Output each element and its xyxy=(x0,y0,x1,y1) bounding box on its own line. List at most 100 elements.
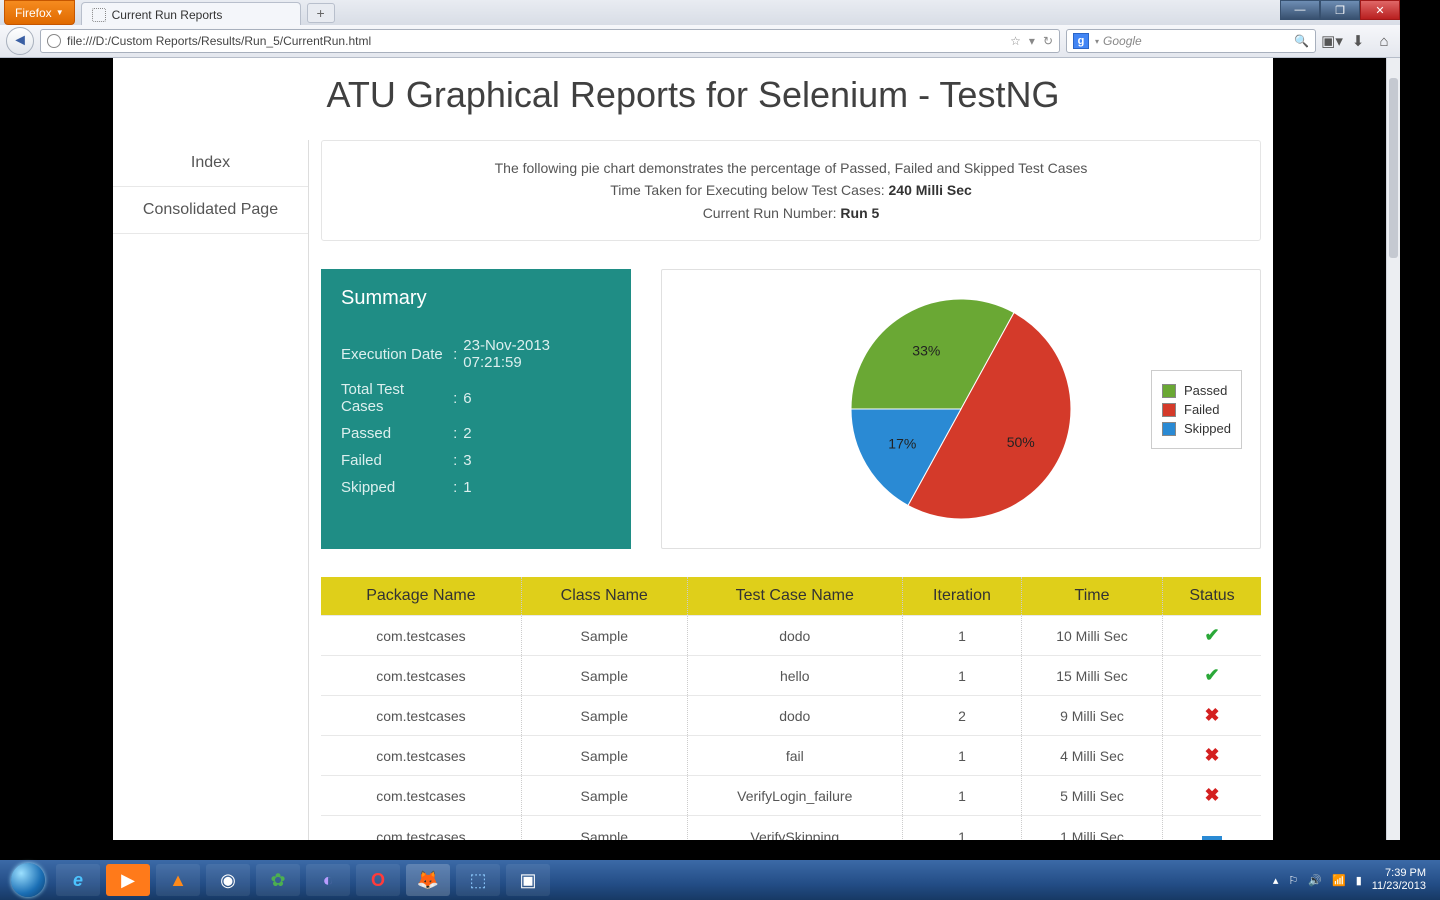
tray-volume-icon[interactable]: 🔊 xyxy=(1308,874,1322,887)
start-button[interactable] xyxy=(6,860,50,900)
sidebar-item-consolidated-page[interactable]: Consolidated Page xyxy=(113,187,308,234)
table-row: com.testcasesSampleVerifyLogin_failure15… xyxy=(321,776,1261,816)
tab-favicon-icon xyxy=(92,8,106,22)
new-tab-button[interactable]: + xyxy=(307,3,335,23)
tray-flag-icon[interactable]: ⚐ xyxy=(1288,874,1298,887)
taskbar-media-icon[interactable]: ▶ xyxy=(106,864,150,896)
url-text: file:///D:/Custom Reports/Results/Run_5/… xyxy=(67,34,371,48)
taskbar-cmd-icon[interactable]: ▣ xyxy=(506,864,550,896)
summary-panel: Summary Execution Date:23-Nov-2013 07:21… xyxy=(321,269,631,549)
table-row: com.testcasesSamplehello115 Milli Sec✔ xyxy=(321,656,1261,696)
info-line3: Current Run Number: Run 5 xyxy=(338,202,1244,224)
col-iteration: Iteration xyxy=(902,577,1021,616)
results-body: com.testcasesSampledodo110 Milli Sec✔com… xyxy=(321,616,1261,840)
search-caret-icon: ▾ xyxy=(1095,37,1099,46)
taskbar-chrome-icon[interactable]: ◉ xyxy=(206,864,250,896)
legend-swatch-icon xyxy=(1162,422,1176,436)
col-package-name: Package Name xyxy=(321,577,521,616)
globe-icon xyxy=(47,34,61,48)
legend-swatch-icon xyxy=(1162,384,1176,398)
browser-window: Firefox ▼ Current Run Reports + — ❐ ✕ ◄ … xyxy=(0,0,1400,840)
cross-icon: ✖ xyxy=(1204,745,1219,765)
search-placeholder: Google xyxy=(1103,34,1142,48)
summary-heading: Summary xyxy=(341,287,611,310)
legend-item-skipped: Skipped xyxy=(1162,421,1231,436)
pie-label-passed: 33% xyxy=(912,342,940,358)
search-bar[interactable]: g ▾ Google 🔍 xyxy=(1066,29,1316,53)
tray-date: 11/23/2013 xyxy=(1372,880,1426,893)
info-box: The following pie chart demonstrates the… xyxy=(321,140,1261,241)
summary-table: Execution Date:23-Nov-2013 07:21:59Total… xyxy=(341,332,611,501)
main-content: The following pie chart demonstrates the… xyxy=(309,140,1273,840)
info-line1: The following pie chart demonstrates the… xyxy=(338,157,1244,179)
tray-clock[interactable]: 7:39 PM 11/23/2013 xyxy=(1372,867,1426,893)
info-line2: Time Taken for Executing below Test Case… xyxy=(338,179,1244,201)
tray-time: 7:39 PM xyxy=(1372,867,1426,880)
summary-row: Total Test Cases:6 xyxy=(341,376,611,420)
taskbar-vlc-icon[interactable]: ▲ xyxy=(156,864,200,896)
scrollbar[interactable] xyxy=(1386,58,1400,840)
legend-item-passed: Passed xyxy=(1162,383,1231,398)
pie-chart: 33%50%17% xyxy=(841,289,1081,529)
page: ATU Graphical Reports for Selenium - Tes… xyxy=(113,58,1273,840)
col-class-name: Class Name xyxy=(521,577,687,616)
taskbar-firefox-icon[interactable]: 🦊 xyxy=(406,864,450,896)
sidebar: IndexConsolidated Page xyxy=(113,140,309,840)
taskbar-app-icon[interactable]: ⬚ xyxy=(456,864,500,896)
pie-label-skipped: 17% xyxy=(888,436,916,452)
search-icon[interactable]: 🔍 xyxy=(1294,34,1309,48)
tray-up-icon[interactable]: ▴ xyxy=(1273,874,1279,887)
bookmark-icon[interactable]: ☆ xyxy=(1010,34,1021,48)
scrollbar-thumb[interactable] xyxy=(1389,78,1398,258)
close-button[interactable]: ✕ xyxy=(1360,0,1400,20)
firefox-menu-button[interactable]: Firefox ▼ xyxy=(4,0,75,25)
taskbar-ie-icon[interactable]: e xyxy=(56,864,100,896)
google-icon: g xyxy=(1073,33,1089,49)
cross-icon: ✖ xyxy=(1204,705,1219,725)
titlebar: Firefox ▼ Current Run Reports + — ❐ ✕ xyxy=(0,0,1400,25)
url-bar[interactable]: file:///D:/Custom Reports/Results/Run_5/… xyxy=(40,29,1060,53)
minimize-button[interactable]: — xyxy=(1280,0,1320,20)
bookmarks-menu-icon[interactable]: ▣▾ xyxy=(1322,31,1342,51)
dropdown-icon[interactable]: ▾ xyxy=(1029,34,1035,48)
downloads-icon[interactable]: ⬇ xyxy=(1348,31,1368,51)
tray-network-icon[interactable]: 📶 xyxy=(1332,874,1346,887)
firefox-menu-label: Firefox xyxy=(15,6,52,20)
results-table: Package NameClass NameTest Case NameIter… xyxy=(321,577,1261,840)
cross-icon: ✖ xyxy=(1204,785,1219,805)
urlbar-right: ☆ ▾ ↻ xyxy=(1010,34,1053,48)
legend-item-failed: Failed xyxy=(1162,402,1231,417)
table-row: com.testcasesSampleVerifySkipping11 Mill… xyxy=(321,816,1261,840)
check-icon: ✔ xyxy=(1204,665,1219,685)
sidebar-item-index[interactable]: Index xyxy=(113,140,308,187)
windows-taskbar: e ▶ ▲ ◉ ✿ ◐ O 🦊 ⬚ ▣ ▴ ⚐ 🔊 📶 ▮ 7:39 PM 11… xyxy=(0,860,1440,900)
windows-orb-icon xyxy=(11,863,45,897)
table-row: com.testcasesSamplefail14 Milli Sec✖ xyxy=(321,736,1261,776)
taskbar-opera-icon[interactable]: O xyxy=(356,864,400,896)
browser-tab[interactable]: Current Run Reports xyxy=(81,2,301,25)
back-button[interactable]: ◄ xyxy=(6,27,34,55)
table-row: com.testcasesSampledodo29 Milli Sec✖ xyxy=(321,696,1261,736)
legend-swatch-icon xyxy=(1162,403,1176,417)
summary-row: Passed:2 xyxy=(341,420,611,447)
tray-battery-icon[interactable]: ▮ xyxy=(1356,874,1362,887)
taskbar-clover-icon[interactable]: ✿ xyxy=(256,864,300,896)
summary-row: Skipped:1 xyxy=(341,474,611,501)
caret-down-icon: ▼ xyxy=(56,8,64,17)
maximize-button[interactable]: ❐ xyxy=(1320,0,1360,20)
reload-icon[interactable]: ↻ xyxy=(1043,34,1053,48)
table-row: com.testcasesSampledodo110 Milli Sec✔ xyxy=(321,616,1261,656)
col-test-case-name: Test Case Name xyxy=(687,577,902,616)
results-header-row: Package NameClass NameTest Case NameIter… xyxy=(321,577,1261,616)
summary-row: Execution Date:23-Nov-2013 07:21:59 xyxy=(341,332,611,376)
home-icon[interactable]: ⌂ xyxy=(1374,31,1394,51)
check-icon: ✔ xyxy=(1204,625,1219,645)
taskbar-eclipse-icon[interactable]: ◐ xyxy=(306,864,350,896)
dash-icon: ▬ xyxy=(1202,825,1222,840)
col-time: Time xyxy=(1022,577,1163,616)
chart-legend: Passed Failed Skipped xyxy=(1151,370,1242,449)
system-tray: ▴ ⚐ 🔊 📶 ▮ 7:39 PM 11/23/2013 xyxy=(1273,867,1434,893)
page-title: ATU Graphical Reports for Selenium - Tes… xyxy=(113,58,1273,140)
pie-chart-panel: 33%50%17% Passed Failed Skipped xyxy=(661,269,1261,549)
tab-title: Current Run Reports xyxy=(112,8,223,22)
